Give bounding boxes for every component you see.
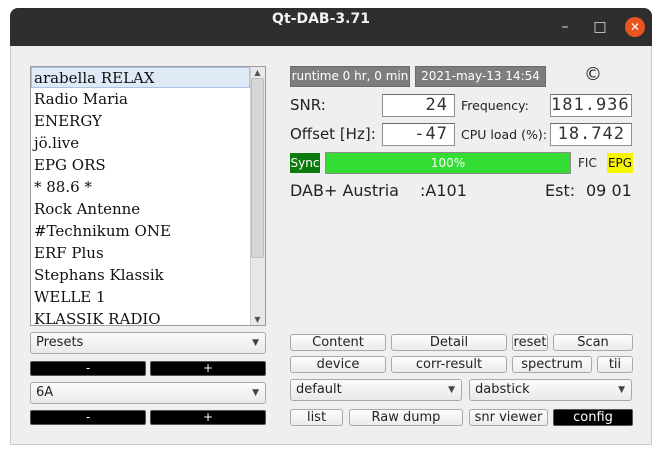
chevron-down-icon: ▼ [618, 385, 625, 395]
channel-select[interactable]: 6A ▼ [30, 382, 266, 404]
station-list-item[interactable]: Rock Antenne [34, 199, 252, 220]
epg-indicator: EPG [607, 153, 633, 173]
station-list-item[interactable]: WELLE 1 [34, 287, 252, 308]
copyright-icon[interactable]: © [583, 64, 603, 86]
scroll-down-icon[interactable]: ▼ [250, 314, 265, 325]
scan-button[interactable]: Scan [553, 334, 633, 351]
frequency-display: 181.936 [550, 94, 632, 117]
preset-minus-button[interactable]: - [30, 361, 146, 376]
tii-button[interactable]: tii [597, 356, 633, 373]
config-button[interactable]: config [553, 409, 633, 426]
scrollbar-thumb[interactable] [251, 78, 264, 258]
est-value: 09 01 [586, 181, 632, 200]
window-title: Qt-DAB-3.71 [272, 11, 370, 27]
mode-select-value: default [296, 382, 342, 397]
fic-label: FIC [578, 156, 597, 170]
station-list-item[interactable]: Stephans Klassik [34, 265, 252, 286]
presets-select[interactable]: Presets ▼ [30, 332, 266, 354]
snr-display: 24 [382, 94, 455, 117]
minimize-icon[interactable]: – [555, 17, 575, 37]
maximize-icon[interactable]: □ [590, 17, 610, 37]
frequency-label: Frequency: [461, 98, 529, 113]
raw-dump-button[interactable]: Raw dump [349, 409, 463, 426]
scroll-up-icon[interactable]: ▲ [250, 67, 265, 78]
list-button[interactable]: list [290, 409, 343, 426]
ensemble-name: DAB+ Austria [290, 181, 399, 200]
ensemble-id: :A101 [420, 181, 467, 200]
reset-button[interactable]: reset [512, 334, 548, 351]
spectrum-button[interactable]: spectrum [512, 356, 592, 373]
presets-select-value: Presets [36, 335, 84, 350]
est-label: Est: [545, 181, 576, 200]
chevron-down-icon: ▼ [252, 388, 259, 398]
preset-plus-button[interactable]: + [150, 361, 266, 376]
station-list-item[interactable]: ERF Plus [34, 243, 252, 264]
channel-minus-button[interactable]: - [30, 410, 146, 425]
content-button[interactable]: Content [290, 334, 386, 351]
runtime-label: runtime 0 hr, 0 min [290, 66, 410, 87]
station-list-item[interactable]: #Technikum ONE [34, 221, 252, 242]
snr-viewer-button[interactable]: snr viewer [469, 409, 548, 426]
device-select[interactable]: dabstick ▼ [469, 379, 632, 401]
snr-label: SNR: [290, 96, 326, 114]
cpu-load-display: 18.742 [550, 123, 632, 146]
close-icon[interactable]: ✕ [625, 17, 645, 37]
detail-button[interactable]: Detail [391, 334, 507, 351]
station-list-item[interactable]: Radio Maria [34, 89, 252, 110]
device-button[interactable]: device [290, 356, 386, 373]
sync-indicator: Sync [290, 153, 320, 173]
channel-select-value: 6A [36, 385, 54, 400]
station-list-item[interactable]: arabella RELAX [31, 67, 250, 88]
offset-display: -47 [382, 123, 455, 146]
station-list-item[interactable]: jö.live [34, 133, 252, 154]
station-list-item[interactable]: * 88.6 * [34, 177, 252, 198]
station-list-item[interactable]: EPG ORS [34, 155, 252, 176]
mode-select[interactable]: default ▼ [290, 379, 462, 401]
corr-result-button[interactable]: corr-result [391, 356, 507, 373]
chevron-down-icon: ▼ [448, 385, 455, 395]
signal-quality-text: 100% [430, 156, 466, 170]
device-select-value: dabstick [475, 382, 530, 397]
cpu-load-label: CPU load (%): [461, 127, 547, 142]
chevron-down-icon: ▼ [252, 338, 259, 348]
station-list-item[interactable]: ENERGY [34, 111, 252, 132]
channel-plus-button[interactable]: + [150, 410, 266, 425]
offset-label: Offset [Hz]: [290, 125, 376, 143]
date-time-label: 2021-may-13 14:54 [415, 66, 546, 87]
station-list-item[interactable]: KLASSIK RADIO [34, 309, 252, 325]
